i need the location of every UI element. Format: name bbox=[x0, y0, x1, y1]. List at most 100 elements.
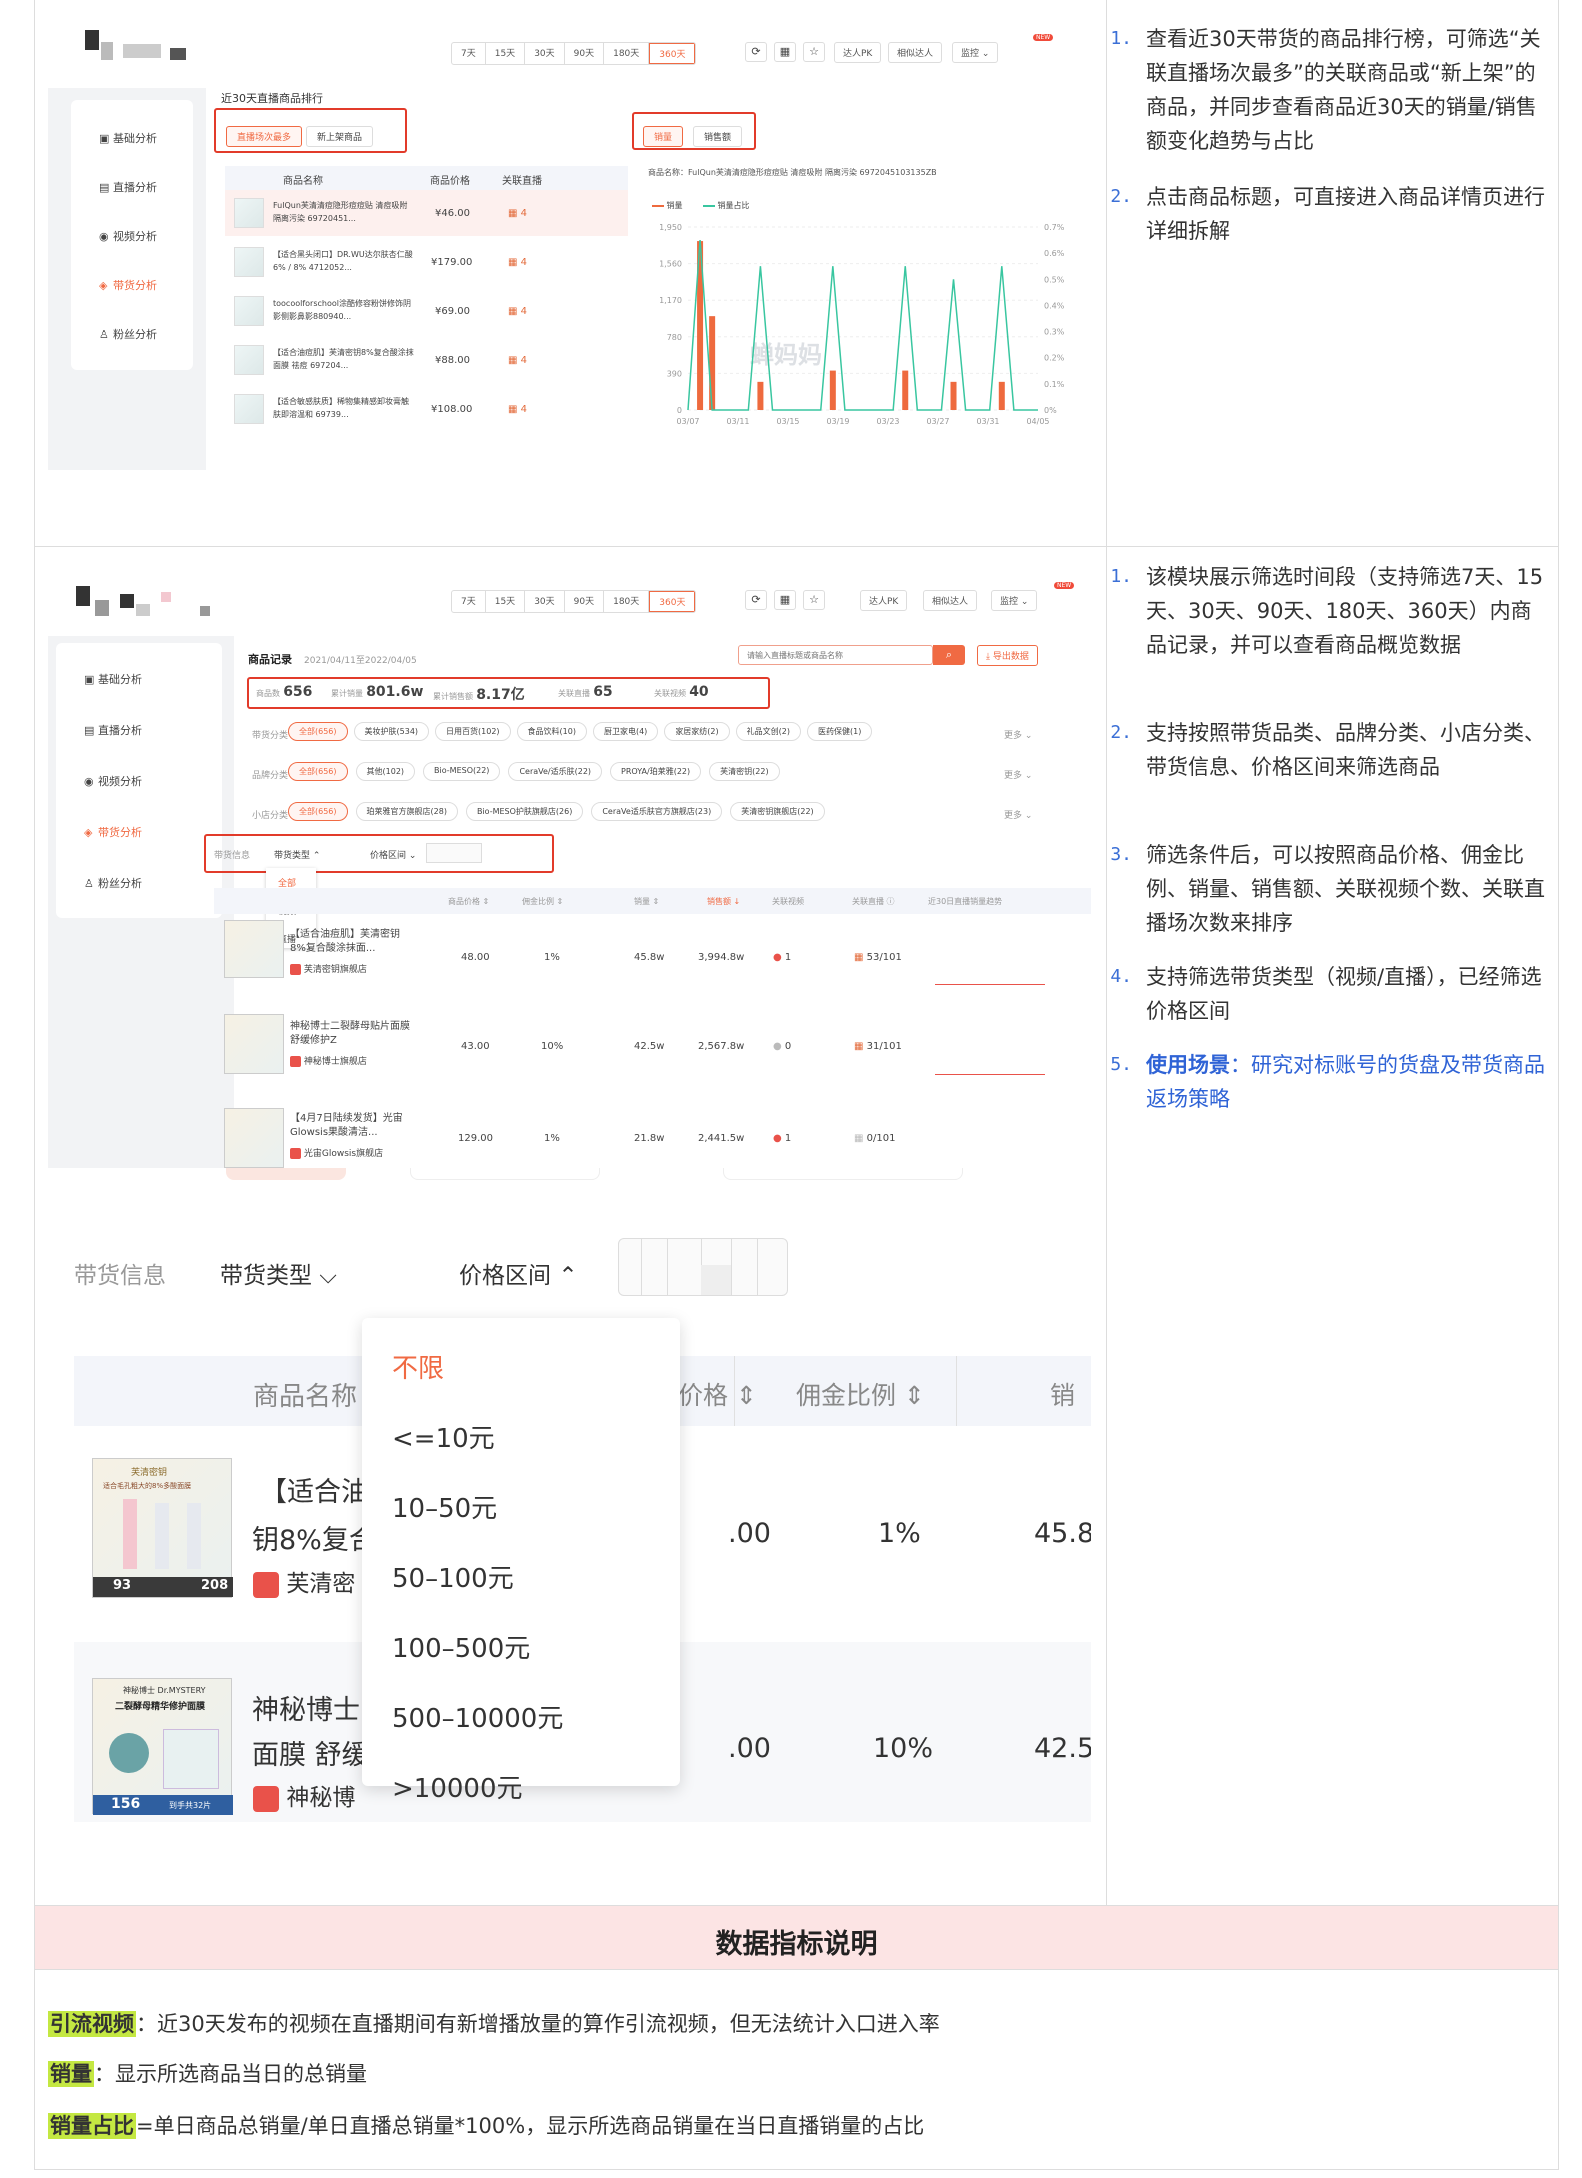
product-name-line1[interactable]: 神秘博士 bbox=[252, 1688, 360, 1727]
nav-goods[interactable]: ◈ 带货分析 bbox=[84, 824, 142, 840]
similar-button[interactable]: 相似达人 bbox=[888, 42, 943, 63]
filter-option[interactable]: 芙清密钥(22) bbox=[709, 762, 780, 781]
more-button[interactable]: 更多 ⌄ bbox=[1004, 728, 1032, 741]
time-tab[interactable]: 180天 bbox=[604, 43, 650, 64]
product-name[interactable]: toocoolforschool涂酷修容粉饼修饰阴影侧影鼻影880940... bbox=[273, 297, 415, 325]
search-icon[interactable]: ⌕ bbox=[933, 645, 965, 665]
type-dropdown[interactable]: 带货类型 ⌃ bbox=[274, 848, 320, 861]
product-name[interactable]: 【适合油痘肌】芙清密钥8%复合酸涂抹面膜 祛痘 697204... bbox=[273, 346, 415, 374]
time-range-tabs[interactable]: 7天 15天 30天 90天 180天 360天 bbox=[451, 42, 697, 65]
nav-live[interactable]: ▤ 直播分析 bbox=[84, 722, 142, 738]
filter-option[interactable]: 礼品文创(2) bbox=[735, 722, 801, 741]
filter-option[interactable]: Bio-MESO(22) bbox=[423, 762, 501, 781]
nav-fans[interactable]: ♙ 粉丝分析 bbox=[99, 326, 157, 342]
price-option[interactable]: 10–50元 bbox=[392, 1488, 497, 1525]
time-tab[interactable]: 90天 bbox=[565, 43, 605, 64]
qrcode-icon[interactable]: ▦ bbox=[774, 590, 796, 610]
star-icon[interactable]: ☆ bbox=[803, 590, 825, 610]
similar-button[interactable]: 相似达人 bbox=[923, 590, 978, 611]
product-name[interactable]: 【适合黑头闭口】DR.WU达尔肤杏仁酸6% / 8% 4712052... bbox=[273, 248, 415, 276]
col-sales[interactable]: 销量 ⇕ bbox=[634, 896, 659, 907]
zoom-type-dropdown[interactable]: 带货类型 ⌵ bbox=[220, 1256, 337, 1290]
refresh-icon[interactable]: ⟳ bbox=[745, 42, 767, 62]
zoom-price-dropdown[interactable]: 价格区间 ⌃ bbox=[459, 1256, 578, 1290]
filter-option[interactable]: 全部(656) bbox=[288, 762, 348, 781]
time-tab-active[interactable]: 360天 bbox=[649, 591, 696, 612]
product-name[interactable]: 神秘博士二裂酵母贴片面膜 舒缓修护Z bbox=[290, 1020, 420, 1048]
nav-video[interactable]: ◉ 视频分析 bbox=[99, 228, 157, 244]
col-live[interactable]: 关联直播 ⓘ bbox=[852, 896, 895, 907]
time-tab-active[interactable]: 360天 bbox=[649, 43, 696, 64]
product-name[interactable]: 【适合敏感肤质】稀物集精感卸妆膏触肤即溶温和 69739... bbox=[273, 395, 415, 423]
product-name[interactable]: 【适合油痘肌】芙清密钥8%复合酸涂抹面... bbox=[290, 928, 410, 956]
time-tab[interactable]: 15天 bbox=[486, 43, 526, 64]
export-button[interactable]: ⤓ 导出数据 bbox=[977, 645, 1038, 666]
filter-option[interactable]: 珀莱雅官方旗舰店(28) bbox=[355, 802, 458, 821]
nav-fans[interactable]: ♙ 粉丝分析 bbox=[84, 875, 142, 891]
filter-option[interactable]: CeraVe/适乐肤(22) bbox=[508, 762, 603, 781]
nav-basic[interactable]: ▣ 基础分析 bbox=[99, 130, 157, 146]
cell-video[interactable]: ● 1 bbox=[773, 1133, 791, 1144]
filter-option[interactable]: CeraVe适乐肤官方旗舰店(23) bbox=[591, 802, 723, 821]
shop-name[interactable]: 芙清密 bbox=[253, 1564, 355, 1598]
filter-option[interactable]: Bio-MESO护肤旗舰店(26) bbox=[465, 802, 584, 821]
pk-button[interactable]: 达人PK bbox=[860, 590, 908, 611]
shop-name[interactable]: 芙清密钥旗舰店 bbox=[290, 962, 367, 975]
cell-video[interactable]: ● 1 bbox=[773, 952, 791, 963]
time-tab[interactable]: 7天 bbox=[452, 591, 486, 612]
more-button[interactable]: 更多 ⌄ bbox=[1004, 768, 1032, 781]
time-range-tabs[interactable]: 7天 15天 30天 90天 180天 360天 bbox=[451, 590, 697, 613]
filter-option[interactable]: 食品饮料(10) bbox=[516, 722, 587, 741]
price-option[interactable]: 不限 bbox=[392, 1348, 444, 1385]
filter-option[interactable]: PROYA/珀莱雅(22) bbox=[610, 762, 702, 781]
filter-option[interactable]: 家居家纺(2) bbox=[664, 722, 730, 741]
nav-basic[interactable]: ▣ 基础分析 bbox=[84, 671, 142, 687]
cell-live[interactable]: ▦ 0/101 bbox=[854, 1133, 895, 1144]
time-tab[interactable]: 30天 bbox=[525, 43, 565, 64]
more-button[interactable]: 更多 ⌄ bbox=[1004, 808, 1032, 821]
star-icon[interactable]: ☆ bbox=[803, 42, 825, 62]
product-name-line2[interactable]: 面膜 舒缓 bbox=[252, 1733, 369, 1772]
price-option[interactable]: <=10元 bbox=[392, 1418, 495, 1455]
monitor-button[interactable]: 监控 ⌄ bbox=[991, 590, 1038, 611]
cell-live[interactable]: ▦ 31/101 bbox=[854, 1041, 902, 1052]
price-option[interactable]: 100–500元 bbox=[392, 1628, 530, 1665]
time-tab[interactable]: 90天 bbox=[565, 591, 605, 612]
product-name[interactable]: 【4月7日陆续发货】光宙Glowsis果酸清洁... bbox=[290, 1112, 420, 1140]
shop-name[interactable]: 光宙Glowsis旗舰店 bbox=[290, 1146, 383, 1159]
qrcode-icon[interactable]: ▦ bbox=[774, 42, 796, 62]
col-commission[interactable]: 佣金比例 ⇕ bbox=[522, 896, 563, 907]
search-input[interactable] bbox=[738, 645, 933, 665]
filter-option[interactable]: 美妆护肤(534) bbox=[353, 722, 430, 741]
col-amount[interactable]: 销售额 ↓ bbox=[707, 896, 740, 907]
nav-video[interactable]: ◉ 视频分析 bbox=[84, 773, 142, 789]
time-tab[interactable]: 15天 bbox=[486, 591, 526, 612]
filter-option[interactable]: 厨卫家电(4) bbox=[592, 722, 659, 741]
time-tab[interactable]: 30天 bbox=[525, 591, 565, 612]
filter-option[interactable]: 芙清密钥旗舰店(22) bbox=[730, 802, 825, 821]
product-name-line2[interactable]: 钥8%复合 bbox=[252, 1518, 376, 1557]
time-tab[interactable]: 7天 bbox=[452, 43, 486, 64]
col-price[interactable]: 商品价格 ⇕ bbox=[448, 896, 489, 907]
pk-button[interactable]: 达人PK bbox=[834, 42, 882, 63]
shop-name[interactable]: 神秘博 bbox=[253, 1778, 355, 1812]
price-option[interactable]: 500–10000元 bbox=[392, 1698, 563, 1735]
filter-option[interactable]: 医药保健(1) bbox=[807, 722, 873, 741]
price-range-slider[interactable] bbox=[426, 843, 482, 863]
zoom-price-slider[interactable] bbox=[618, 1238, 788, 1296]
cell-live[interactable]: ▦ 53/101 bbox=[854, 952, 902, 963]
cell-video[interactable]: ● 0 bbox=[773, 1041, 791, 1052]
price-option[interactable]: >10000元 bbox=[392, 1768, 523, 1805]
filter-option[interactable]: 日用百货(102) bbox=[435, 722, 511, 741]
nav-live[interactable]: ▤ 直播分析 bbox=[99, 179, 157, 195]
price-dropdown[interactable]: 价格区间 ⌄ bbox=[370, 848, 416, 861]
time-tab[interactable]: 180天 bbox=[604, 591, 650, 612]
zoom-col-price[interactable]: 价格 ⇕ bbox=[678, 1376, 757, 1412]
refresh-icon[interactable]: ⟳ bbox=[745, 590, 767, 610]
zoom-col-commission[interactable]: 佣金比例 ⇕ bbox=[796, 1376, 925, 1412]
product-name[interactable]: FulQun芙清清痘隐形痘痘贴 清痘吸附 隔离污染 69720451... bbox=[273, 199, 415, 227]
shop-name[interactable]: 神秘博士旗舰店 bbox=[290, 1054, 367, 1067]
filter-option[interactable]: 全部(656) bbox=[288, 722, 348, 741]
filter-option[interactable]: 全部(656) bbox=[288, 802, 348, 821]
monitor-button[interactable]: 监控 ⌄ bbox=[952, 42, 999, 63]
